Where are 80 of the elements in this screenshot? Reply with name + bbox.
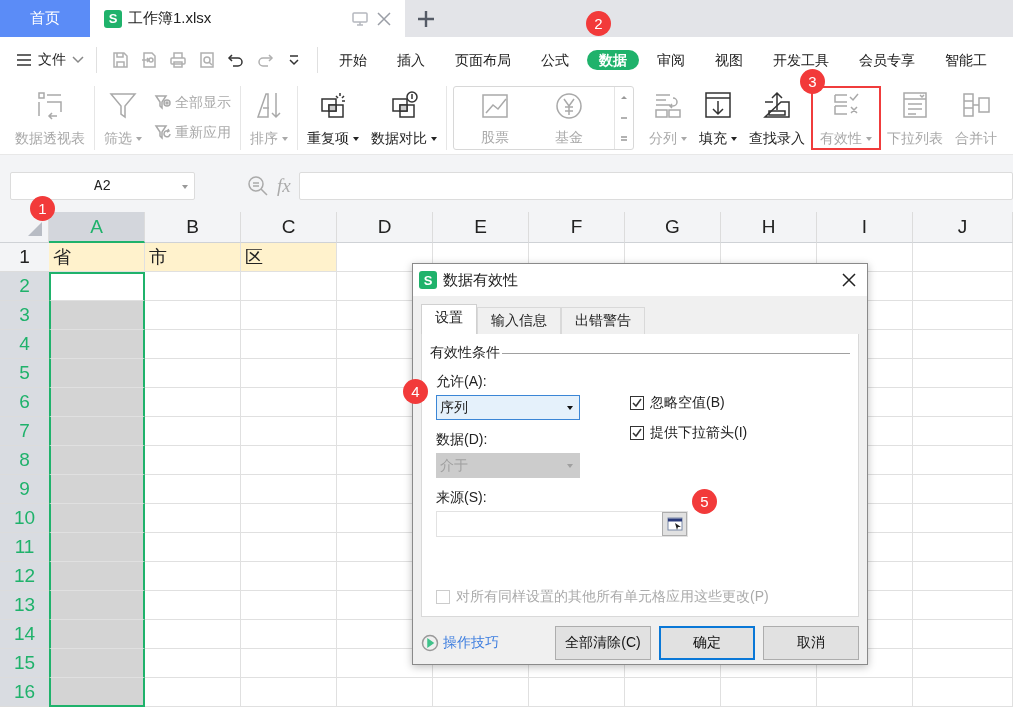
overlapping-squares-icon [318,90,348,120]
source-field[interactable] [436,511,688,537]
step-marker: 4 [403,379,428,404]
dialog-tab[interactable]: 出错警告 [561,307,645,334]
dialog-tab[interactable]: 输入信息 [477,307,561,334]
ribbon-tab[interactable]: 公式 [529,49,581,70]
dialog-title: 数据有效性 [443,270,519,290]
down-arrow-box-icon [703,90,733,120]
column-header[interactable]: C [241,212,337,243]
list-box-icon [900,90,930,120]
ribbon-tab[interactable]: 审阅 [645,49,697,70]
section-title: 有效性条件 [430,344,500,362]
table-cell: 市 [145,243,241,272]
name-box[interactable]: A2 [10,171,195,200]
funnel-icon [108,90,138,120]
scroll-down-icon[interactable] [619,114,629,122]
field-label: 数据(D): [436,431,489,449]
spreadsheet-logo: S [419,271,437,289]
expand-gallery-icon[interactable] [619,134,629,143]
caret-icon [567,405,573,410]
funnel-refresh-icon [154,124,172,142]
overlapping-squares-icon [389,90,419,120]
ribbon-tab[interactable]: 开始 [327,49,379,70]
ribbon-tab[interactable]: 开发工具 [761,49,841,70]
funnel-eye-icon [154,94,172,112]
close-icon[interactable] [841,272,857,288]
table-cell: 区 [241,243,337,272]
chevron-down-icon [72,55,84,64]
range-picker-button[interactable] [662,512,687,536]
dialog-tab[interactable]: 设置 [421,304,477,334]
ribbon-tab[interactable]: 会员专享 [847,49,927,70]
ribbon-button[interactable]: 填充 [693,86,743,150]
line-chart-icon [480,91,510,121]
checkmark-icon [632,398,642,408]
dialog-button[interactable]: 确定 [659,626,755,660]
zoom-icon[interactable] [247,174,269,197]
monitor-icon[interactable] [351,9,369,28]
field-label: 允许(A): [436,373,488,391]
pivot-table-icon [35,90,65,120]
column-header[interactable]: E [433,212,529,243]
scroll-up-icon[interactable] [619,93,629,102]
column-header[interactable]: H [721,212,817,243]
tips-link[interactable]: 操作技巧 [443,634,499,652]
formula-input[interactable] [298,171,1013,200]
allow-dropdown[interactable]: 序列 [436,395,580,420]
merge-table-icon [961,90,991,120]
checkbox[interactable]: 提供下拉箭头(I) [630,424,748,442]
dialog-button[interactable]: 取消 [763,626,859,660]
tab-title: 工作簿1.xlsx [128,9,213,28]
yen-coin-icon [554,91,584,121]
ribbon-tab[interactable]: 视图 [703,49,755,70]
ribbon-button[interactable]: 数据对比 [365,86,443,150]
ribbon-tab[interactable]: 智能工 [933,49,999,70]
checkmark-icon [632,428,642,438]
caret-icon [182,184,188,189]
play-circle-icon [421,634,439,652]
checkbox[interactable]: 忽略空值(B) [630,394,748,412]
file-menu[interactable]: 文件 [16,50,90,69]
plus-icon[interactable] [417,10,435,28]
sort-icon [254,90,284,120]
spreadsheet-logo: S [104,9,122,28]
column-header[interactable]: D [337,212,433,243]
table-cell: 省 [49,243,145,272]
column-header[interactable]: G [625,212,721,243]
active-cell[interactable] [49,272,145,301]
document-tab[interactable]: S 工作簿1.xlsx [90,0,405,37]
upload-box-icon [762,90,792,120]
column-header[interactable]: I [817,212,913,243]
dialog-button[interactable]: 全部清除(C) [555,626,651,660]
field-label: 来源(S): [436,489,488,507]
menu-icon [16,52,32,67]
row-header[interactable]: 1 [0,243,49,272]
range-select-icon [666,517,683,531]
ribbon-tab[interactable]: 插入 [385,49,437,70]
column-header[interactable]: B [145,212,241,243]
ribbon-tab[interactable]: 页面布局 [443,49,523,70]
caret-icon [567,463,573,468]
ribbon-button[interactable]: 重复项 [301,86,365,150]
column-header[interactable]: F [529,212,625,243]
column-header[interactable]: J [913,212,1013,243]
